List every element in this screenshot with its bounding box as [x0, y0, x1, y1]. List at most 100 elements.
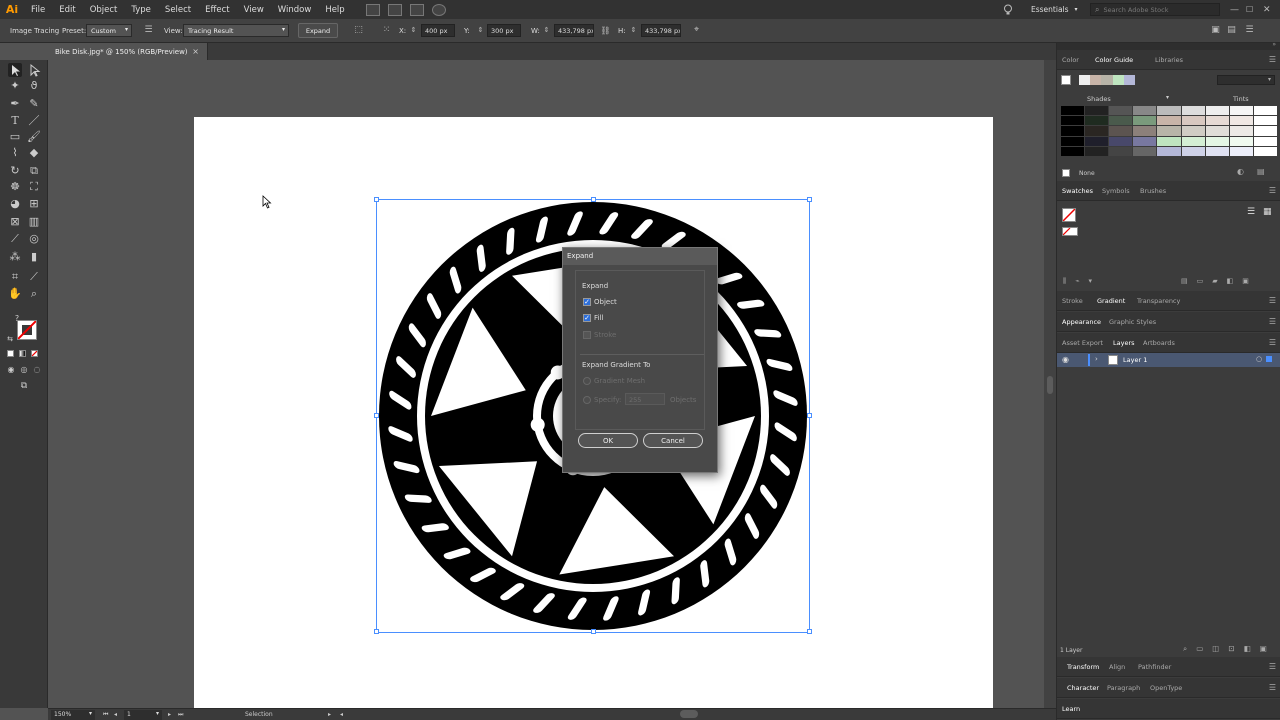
tab-graphic-styles[interactable]: Graphic Styles — [1109, 318, 1156, 326]
resize-handle[interactable] — [591, 197, 596, 202]
search-icon[interactable]: ⌕ — [1183, 644, 1187, 656]
tab-symbols[interactable]: Symbols — [1102, 187, 1130, 195]
link-icon[interactable]: ⛓ — [600, 25, 611, 36]
tab-character[interactable]: Character — [1067, 684, 1099, 692]
tab-paragraph[interactable]: Paragraph — [1107, 684, 1140, 692]
clipping-mask-icon[interactable]: ◫ — [1212, 644, 1219, 656]
new-color-group-icon[interactable]: ▭ — [1197, 277, 1204, 285]
swatch-cell[interactable] — [1253, 126, 1277, 136]
panel-menu-icon[interactable]: ☰ — [1269, 662, 1276, 671]
draw-normal-icon[interactable]: ◉ — [4, 363, 18, 377]
panel-menu-icon[interactable]: ☰ — [1269, 683, 1276, 692]
previous-artboard-icon[interactable]: ◂ — [114, 711, 117, 718]
trash-icon[interactable]: ▣ — [1260, 644, 1267, 656]
swatch-cell[interactable] — [1253, 106, 1277, 116]
menu-help[interactable]: Help — [318, 5, 351, 15]
workspace-icon[interactable]: ▤ — [1226, 25, 1237, 36]
swatch-cell[interactable] — [1157, 116, 1181, 126]
workspace-switcher[interactable]: Essentials ▾ — [1031, 0, 1078, 19]
swatch-cell[interactable] — [1205, 106, 1229, 116]
tab-transparency[interactable]: Transparency — [1137, 297, 1180, 305]
preset-dropdown[interactable]: Custom ▾ — [86, 24, 132, 37]
magic-wand-tool-icon[interactable]: ✦ — [8, 79, 22, 93]
stroke-checkbox[interactable] — [583, 331, 591, 339]
swatch-none[interactable] — [1062, 227, 1078, 236]
cancel-button[interactable]: Cancel — [643, 433, 703, 448]
folder-icon[interactable]: ▰ — [1212, 277, 1217, 285]
export-icon[interactable]: ▭ — [1196, 644, 1203, 656]
shade-tint-grid[interactable] — [1061, 106, 1277, 156]
resize-handle[interactable] — [591, 629, 596, 634]
trash-icon[interactable]: ▣ — [1242, 277, 1249, 285]
perspective-grid-tool-icon[interactable]: ⊞ — [27, 197, 41, 211]
menu-effect[interactable]: Effect — [198, 5, 236, 15]
edit-colors-icon[interactable]: ◐ — [1237, 167, 1244, 176]
swatch-cell[interactable] — [1229, 126, 1253, 136]
swatch-cell[interactable] — [1085, 146, 1109, 156]
align-icon[interactable]: ⬚ — [353, 25, 364, 36]
harmony-rules-dropdown[interactable]: ▾ — [1217, 75, 1275, 85]
tab-color-guide[interactable]: Color Guide — [1095, 56, 1133, 64]
panel-menu-icon[interactable]: ☰ — [1269, 296, 1276, 305]
eraser-tool-icon[interactable]: ◆ — [27, 146, 41, 160]
swatch-cell[interactable] — [1229, 116, 1253, 126]
gradient-tool-icon[interactable]: ▥ — [27, 215, 41, 229]
arrange-documents-icon[interactable] — [409, 3, 424, 16]
y-field[interactable]: 300 px — [487, 24, 521, 37]
swatch-cell[interactable] — [1133, 146, 1157, 156]
swatch-cell[interactable] — [1109, 126, 1133, 136]
slice-tool-icon[interactable]: ⟋ — [27, 270, 41, 284]
mesh-tool-icon[interactable]: ⊠ — [8, 215, 22, 229]
gradient-mesh-radio[interactable] — [583, 377, 591, 385]
swatch-cell[interactable] — [1253, 136, 1277, 146]
specify-objects-field[interactable]: 255 — [625, 393, 665, 405]
swatch-cell[interactable] — [1133, 126, 1157, 136]
swatch-cell[interactable] — [1061, 116, 1085, 126]
layer-name[interactable]: Layer 1 — [1123, 356, 1147, 364]
swatch-cell[interactable] — [1085, 116, 1109, 126]
menu-type[interactable]: Type — [124, 5, 158, 15]
gpu-performance-icon[interactable] — [431, 3, 446, 16]
swatch-cell[interactable] — [1205, 146, 1229, 156]
tab-stroke[interactable]: Stroke — [1062, 297, 1083, 305]
scale-tool-icon[interactable]: ⧉ — [27, 164, 41, 178]
swatch-cell[interactable] — [1229, 106, 1253, 116]
swatch-cell[interactable] — [1061, 136, 1085, 146]
rotate-tool-icon[interactable]: ↻ — [8, 164, 22, 178]
tracing-panel-icon[interactable]: ☰ — [143, 25, 154, 36]
swatch-cell[interactable] — [1133, 106, 1157, 116]
line-tool-icon[interactable]: ／ — [27, 114, 41, 128]
stock-search[interactable]: ⌕ Search Adobe Stock — [1090, 0, 1220, 19]
search-input[interactable]: Search Adobe Stock — [1103, 6, 1168, 14]
object-checkbox[interactable]: ✓ — [583, 298, 591, 306]
swatch-cell[interactable] — [1157, 106, 1181, 116]
none-swatch[interactable] — [1062, 169, 1070, 177]
swatch-cell[interactable] — [1229, 136, 1253, 146]
swatch-cell[interactable] — [1157, 146, 1181, 156]
lasso-tool-icon[interactable]: ϑ — [27, 79, 41, 93]
selection-indicator[interactable] — [1266, 356, 1272, 362]
swatch-cell[interactable] — [1061, 106, 1085, 116]
close-icon[interactable]: ✕ — [1263, 0, 1271, 19]
ok-button[interactable]: OK — [578, 433, 638, 448]
transform-icon[interactable]: ⌖ — [691, 25, 702, 36]
artboard-field[interactable]: 1 ▾ — [124, 710, 162, 720]
tab-align[interactable]: Align — [1109, 663, 1125, 671]
hand-tool-icon[interactable]: ✋ — [8, 287, 22, 301]
curvature-tool-icon[interactable]: ✎ — [27, 97, 41, 111]
horizontal-scrollbar-thumb[interactable] — [680, 710, 698, 718]
stepper-icon[interactable]: ⇕ — [475, 25, 486, 36]
panel-menu-icon[interactable]: ☰ — [1269, 317, 1276, 326]
menu-edit[interactable]: Edit — [52, 5, 82, 15]
tab-libraries[interactable]: Libraries — [1155, 56, 1183, 64]
tab-learn[interactable]: Learn — [1062, 705, 1080, 713]
none-mode-icon[interactable] — [31, 350, 38, 357]
tab-opentype[interactable]: OpenType — [1150, 684, 1182, 692]
chevron-right-icon[interactable]: › — [1095, 355, 1098, 363]
save-color-group-icon[interactable]: ▤ — [1257, 167, 1265, 176]
swatch-cell[interactable] — [1109, 146, 1133, 156]
swatch-cell[interactable] — [1181, 126, 1205, 136]
tab-brushes[interactable]: Brushes — [1140, 187, 1166, 195]
scrollbar-thumb[interactable] — [1047, 376, 1053, 394]
swatch-libraries-icon[interactable]: ⫼ — [1063, 277, 1066, 286]
